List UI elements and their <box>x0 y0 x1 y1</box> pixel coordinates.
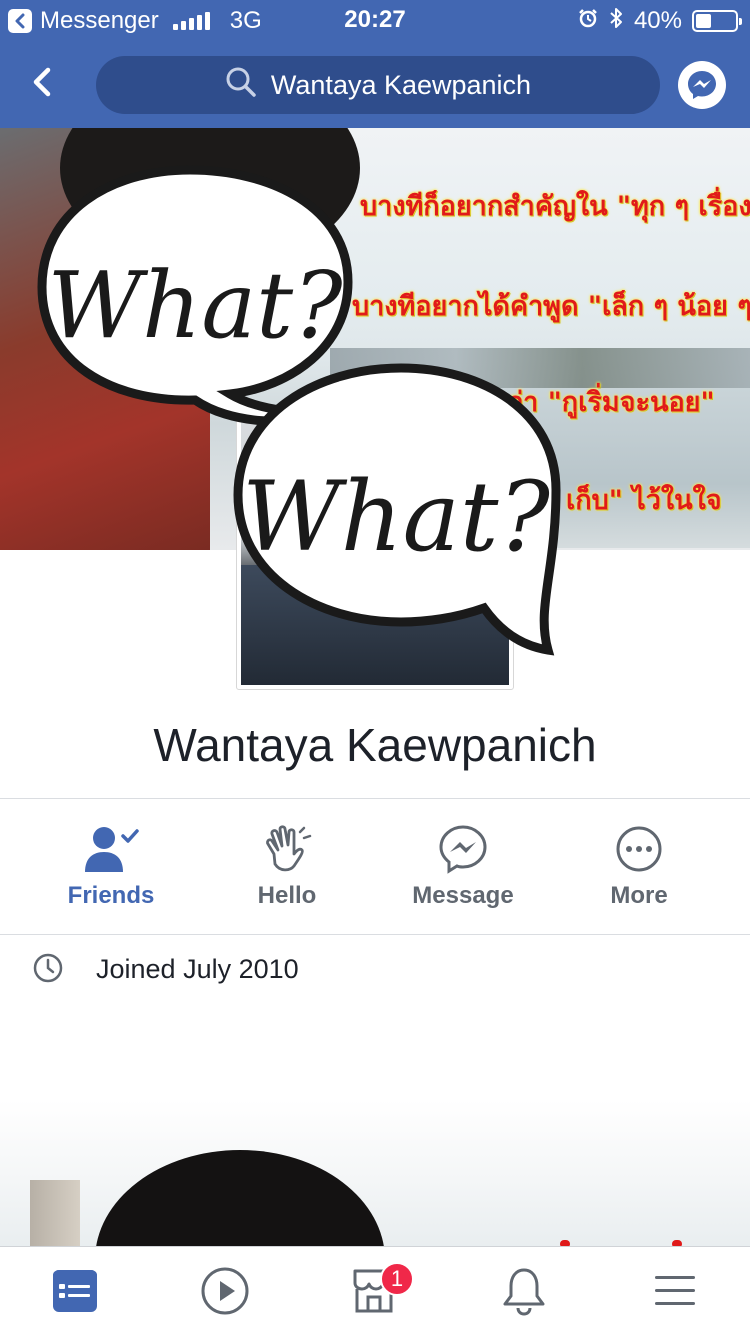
search-icon <box>225 66 257 105</box>
marketplace-badge: 1 <box>380 1262 414 1296</box>
joined-row: Joined July 2010 <box>0 940 750 1000</box>
joined-text: Joined July 2010 <box>96 954 299 984</box>
more-button[interactable]: More <box>574 824 704 910</box>
status-right: 40% <box>578 6 742 37</box>
friends-button[interactable]: Friends <box>46 824 176 910</box>
wave-icon <box>222 824 352 874</box>
divider <box>0 934 750 935</box>
messenger-icon <box>398 824 528 874</box>
divider <box>0 798 750 799</box>
notifications-icon[interactable] <box>494 1265 554 1317</box>
cover-text-line: บางทีอยากได้คำพูด "เล็ก ๆ น้อย ๆ" <box>352 291 750 322</box>
battery-percent: 40% <box>633 7 682 34</box>
hello-label: Hello <box>257 882 317 909</box>
bubble-text: What? <box>242 461 550 573</box>
battery-icon <box>692 10 742 32</box>
preview-hair <box>95 1150 385 1246</box>
more-dots-icon <box>574 824 704 874</box>
bluetooth-icon <box>608 6 624 37</box>
clock-icon <box>32 952 64 989</box>
messenger-icon[interactable] <box>678 61 726 109</box>
speech-bubble-2: What? <box>226 360 571 660</box>
search-bar[interactable]: Wantaya Kaewpanich <box>96 56 660 114</box>
search-text: Wantaya Kaewpanich <box>270 69 532 100</box>
back-icon[interactable] <box>22 60 66 104</box>
nav-bar: Wantaya Kaewpanich <box>0 40 750 128</box>
bottom-tab-bar <box>0 1246 750 1334</box>
profile-actions: Friends Hello Message More <box>0 800 750 934</box>
news-feed-icon[interactable] <box>45 1265 105 1317</box>
message-label: Message <box>412 882 514 909</box>
status-bar: Messenger 3G 20:27 40% <box>0 0 750 40</box>
watch-icon[interactable] <box>195 1265 255 1317</box>
cover-text-line: บางทีก็อยากสำคัญใน "ทุก ๆ เรื่อง" <box>360 191 750 222</box>
hello-button[interactable]: Hello <box>222 824 352 910</box>
friends-label: Friends <box>67 882 155 909</box>
message-button[interactable]: Message <box>398 824 528 910</box>
cover-text-line: เก็บ" ไว้ในใจ <box>566 485 722 516</box>
profile-name: Wantaya Kaewpanich <box>153 719 597 771</box>
friends-check-icon <box>46 824 176 874</box>
preview-building <box>30 1180 80 1246</box>
menu-icon[interactable] <box>645 1265 705 1317</box>
more-label: More <box>610 882 668 909</box>
bubble-text: What? <box>48 252 344 359</box>
cover-photo-preview[interactable] <box>0 1100 750 1246</box>
alarm-icon <box>578 7 598 35</box>
